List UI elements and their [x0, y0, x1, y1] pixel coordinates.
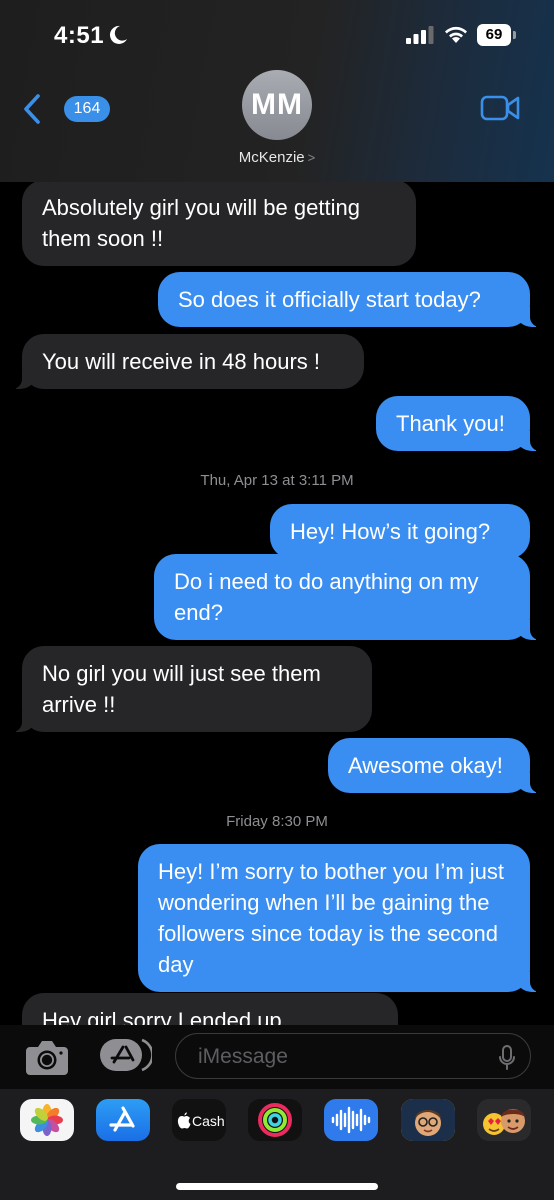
animoji-icon[interactable] — [477, 1099, 531, 1141]
timestamp-time: 8:30 PM — [271, 813, 328, 830]
activity-icon[interactable] — [248, 1099, 302, 1141]
sent-message[interactable]: Do i need to do anything on my end? — [154, 554, 540, 640]
battery-nub — [513, 31, 516, 39]
apple-cash-icon[interactable]: Cash — [172, 1099, 226, 1141]
status-time: 4:51 — [54, 22, 105, 49]
sent-message[interactable]: Hey! I’m sorry to bother you I’m just wo… — [138, 844, 540, 992]
animoji-stickers-glyph — [483, 1109, 525, 1135]
timestamp-divider: Friday 8:30 PM — [0, 813, 554, 830]
apple-logo-glyph: Cash — [177, 1112, 225, 1129]
timestamp-time: 3:11 PM — [298, 472, 354, 489]
audio-message-icon[interactable] — [324, 1099, 378, 1141]
received-message[interactable]: You will receive in 48 hours ! — [12, 334, 364, 389]
timestamp-divider: Thu, Apr 13 at 3:11 PM — [0, 472, 554, 489]
chevron-left-icon — [24, 94, 40, 124]
photos-icon[interactable] — [20, 1099, 74, 1141]
contact-chevron: > — [307, 150, 316, 165]
memoji-icon[interactable] — [401, 1099, 455, 1141]
conversation-header: 4:51 69 164 MM McKenzie > — [0, 0, 554, 182]
imessage-app-drawer: Cash — [0, 1089, 554, 1200]
facetime-video-icon[interactable] — [480, 94, 520, 122]
received-message[interactable]: Absolutely girl you will be getting them… — [22, 182, 416, 266]
battery-indicator: 69 — [477, 24, 517, 46]
imessage-input[interactable]: iMessage — [175, 1033, 531, 1079]
activity-rings-glyph — [258, 1103, 292, 1137]
sent-message[interactable]: Hey! How’s it going? — [270, 504, 530, 559]
contact-name: McKenzie — [238, 149, 305, 166]
timestamp-day: Friday — [226, 813, 268, 830]
sent-message[interactable]: Awesome okay! — [328, 738, 540, 793]
received-message[interactable]: Hey girl sorry I ended up — [22, 993, 398, 1025]
memoji-face-glyph — [401, 1099, 455, 1141]
waveform-glyph — [331, 1106, 371, 1134]
app-store-icon[interactable] — [96, 1099, 150, 1141]
message-thread[interactable]: Absolutely girl you will be getting them… — [0, 182, 554, 1025]
sent-message[interactable]: So does it officially start today? — [158, 272, 540, 327]
sent-message[interactable]: Thank you! — [376, 396, 540, 451]
app-store-apps-icon[interactable] — [98, 1037, 152, 1073]
unread-count-badge: 164 — [64, 96, 110, 122]
camera-icon[interactable] — [24, 1037, 70, 1077]
wifi-icon — [445, 26, 467, 43]
battery-level: 69 — [477, 24, 511, 46]
photos-glyph — [31, 1104, 63, 1136]
contact-name-button[interactable]: McKenzie > — [0, 149, 554, 166]
app-store-glyph — [109, 1106, 135, 1132]
compose-bar: iMessage — [0, 1025, 554, 1089]
apple-cash-label: Cash — [192, 1113, 225, 1129]
cellular-signal-icon — [406, 26, 434, 44]
status-bar: 4:51 69 — [0, 20, 554, 54]
contact-avatar[interactable]: MM — [242, 70, 312, 140]
imessage-placeholder: iMessage — [198, 1045, 288, 1068]
home-indicator[interactable] — [176, 1183, 378, 1190]
timestamp-day: Thu, Apr 13 — [200, 472, 278, 489]
received-message[interactable]: No girl you will just see them arrive !! — [12, 646, 372, 732]
timestamp-at: at — [282, 472, 295, 489]
focus-moon-icon — [109, 25, 127, 44]
microphone-icon[interactable] — [498, 1045, 516, 1071]
back-button[interactable]: 164 — [22, 94, 110, 124]
